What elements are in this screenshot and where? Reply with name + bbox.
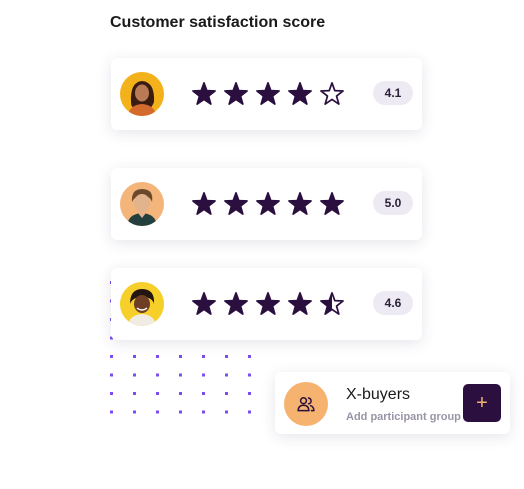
filled-star-icon: [224, 82, 248, 105]
star-rating-3: [191, 291, 345, 317]
pattern-dot: [110, 373, 113, 377]
add-group-button[interactable]: +: [463, 384, 501, 422]
score-badge-3: 4.6: [373, 291, 413, 315]
woman-avatar-icon: [120, 282, 164, 326]
filled-star-icon: [192, 292, 216, 315]
pattern-dot: [248, 355, 251, 358]
plus-icon: +: [476, 392, 488, 414]
pattern-dot: [156, 355, 159, 358]
filled-star-icon: [192, 82, 216, 105]
pattern-dot: [133, 392, 136, 395]
half-star-icon: [320, 292, 344, 315]
score-badge-2: 5.0: [373, 191, 413, 215]
pattern-dot: [110, 355, 113, 358]
star-rating-2: [191, 191, 345, 217]
pattern-dot: [156, 373, 159, 377]
pattern-dot: [225, 410, 228, 414]
filled-star-icon: [192, 192, 216, 215]
pattern-dot: [248, 392, 251, 395]
filled-star-icon: [288, 292, 312, 315]
pattern-dot: [202, 373, 205, 377]
empty-star-icon: [320, 82, 344, 105]
csat-widget: Customer satisfaction score 4.1 5.0 4.6 …: [0, 0, 524, 489]
score-badge-1: 4.1: [373, 81, 413, 105]
page-title: Customer satisfaction score: [110, 14, 326, 31]
star-rating-1: [191, 81, 345, 107]
pattern-dot: [225, 355, 228, 358]
woman-avatar-icon: [120, 72, 164, 116]
filled-star-icon: [256, 292, 280, 315]
filled-star-icon: [320, 192, 344, 215]
filled-star-icon: [256, 192, 280, 215]
pattern-dot: [248, 410, 251, 414]
pattern-dot: [110, 392, 113, 395]
pattern-dot: [179, 373, 182, 377]
participant-group-card: X-buyers Add participant group +: [275, 372, 510, 434]
group-name: X-buyers: [346, 386, 411, 403]
pattern-dot: [202, 355, 205, 358]
pattern-dot: [248, 373, 251, 377]
rating-card-1: 4.1: [111, 58, 422, 130]
filled-star-icon: [256, 82, 280, 105]
pattern-dot: [156, 392, 159, 395]
pattern-dot: [156, 410, 159, 414]
pattern-dot: [179, 355, 182, 358]
pattern-dot: [202, 410, 205, 414]
rating-card-3: 4.6: [111, 268, 422, 340]
pattern-dot: [225, 392, 228, 395]
man-avatar-icon: [120, 182, 164, 226]
pattern-dot: [202, 392, 205, 395]
add-participant-group-link[interactable]: Add participant group: [346, 411, 461, 423]
rating-card-2: 5.0: [111, 168, 422, 240]
filled-star-icon: [288, 192, 312, 215]
pattern-dot: [179, 392, 182, 395]
pattern-dot: [110, 410, 113, 414]
pattern-dot: [225, 373, 228, 377]
pattern-dot: [133, 373, 136, 377]
pattern-dot: [133, 355, 136, 358]
filled-star-icon: [288, 82, 312, 105]
pattern-dot: [179, 410, 182, 414]
pattern-dot: [133, 410, 136, 414]
filled-star-icon: [224, 192, 248, 215]
users-icon: [284, 382, 328, 426]
filled-star-icon: [224, 292, 248, 315]
